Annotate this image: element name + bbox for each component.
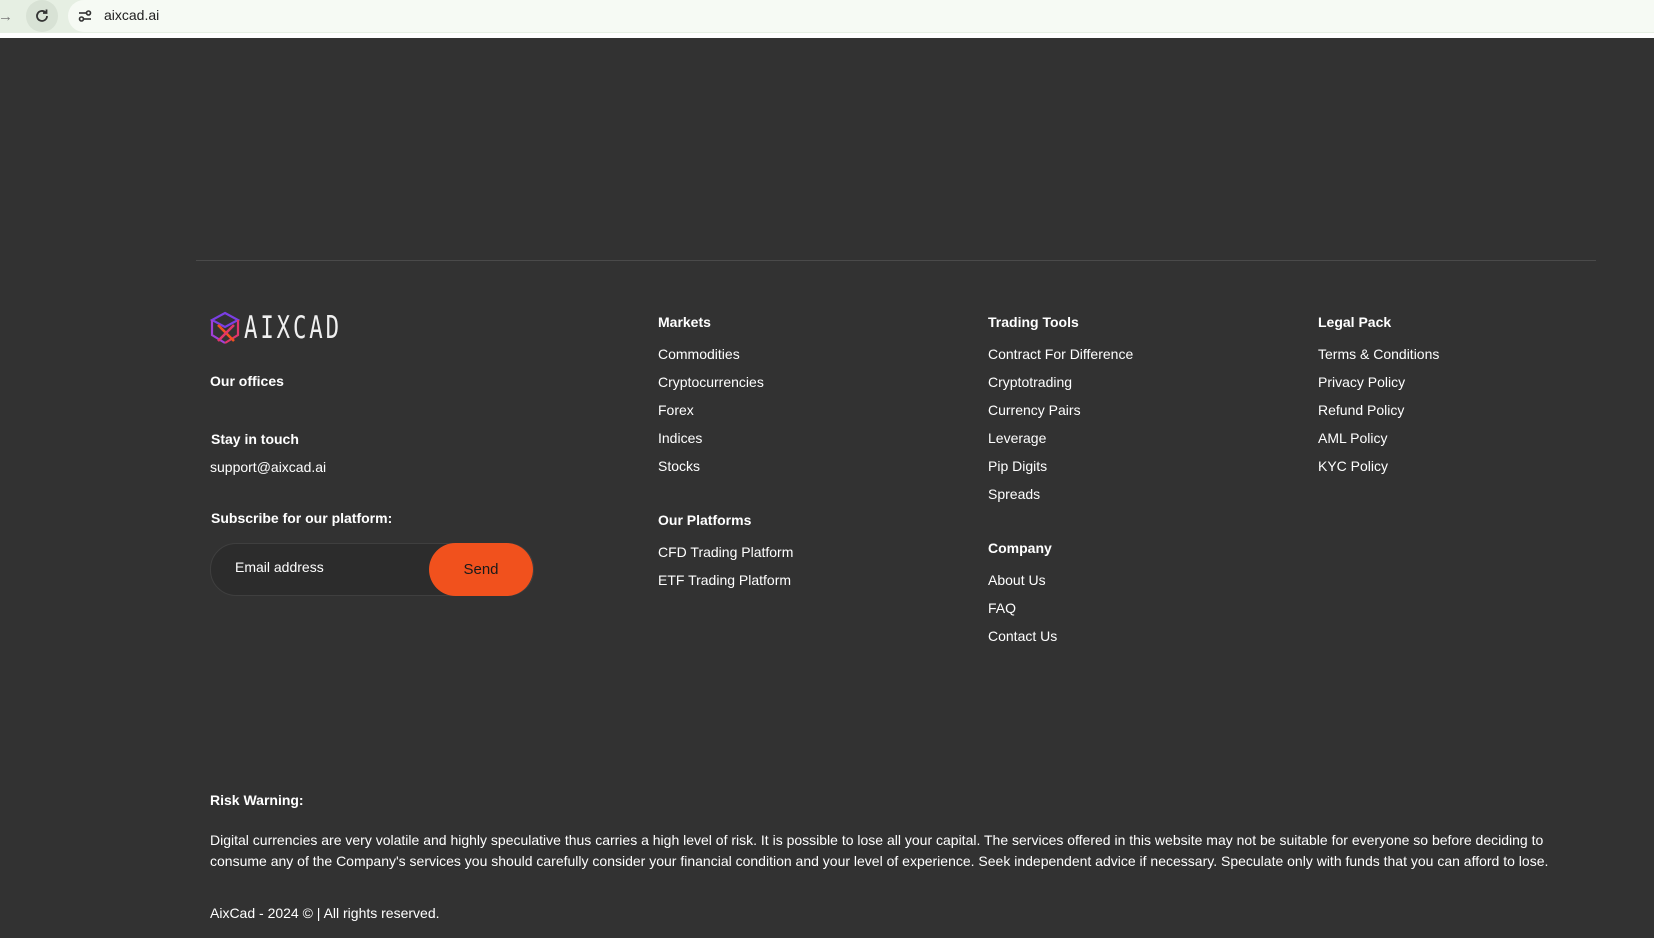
link-forex[interactable]: Forex bbox=[658, 401, 764, 429]
subscribe-form: Send bbox=[210, 543, 534, 596]
offices-heading: Our offices bbox=[210, 373, 284, 389]
url-text: aixcad.ai bbox=[104, 7, 160, 23]
link-contact-us[interactable]: Contact Us bbox=[988, 627, 1057, 655]
link-faq[interactable]: FAQ bbox=[988, 599, 1057, 627]
link-currency-pairs[interactable]: Currency Pairs bbox=[988, 401, 1133, 429]
link-leverage[interactable]: Leverage bbox=[988, 429, 1133, 457]
reload-button[interactable] bbox=[26, 0, 58, 32]
legal-links: Terms & Conditions Privacy Policy Refund… bbox=[1318, 345, 1439, 485]
send-button[interactable]: Send bbox=[429, 543, 533, 596]
company-heading: Company bbox=[988, 540, 1052, 556]
link-refund[interactable]: Refund Policy bbox=[1318, 401, 1439, 429]
link-privacy[interactable]: Privacy Policy bbox=[1318, 373, 1439, 401]
company-links: About Us FAQ Contact Us bbox=[988, 571, 1057, 655]
platforms-links: CFD Trading Platform ETF Trading Platfor… bbox=[658, 543, 793, 599]
email-input[interactable] bbox=[233, 558, 437, 576]
link-stocks[interactable]: Stocks bbox=[658, 457, 764, 485]
link-cfd[interactable]: Contract For Difference bbox=[988, 345, 1133, 373]
link-indices[interactable]: Indices bbox=[658, 429, 764, 457]
forward-arrow-icon[interactable]: → bbox=[0, 8, 13, 25]
link-spreads[interactable]: Spreads bbox=[988, 485, 1133, 513]
markets-links: Commodities Cryptocurrencies Forex Indic… bbox=[658, 345, 764, 485]
aixcad-cube-icon bbox=[210, 311, 240, 344]
trading-tools-heading: Trading Tools bbox=[988, 314, 1079, 330]
link-commodities[interactable]: Commodities bbox=[658, 345, 764, 373]
browser-toolbar: → aixcad.ai bbox=[0, 0, 1654, 38]
brand-logo[interactable]: AIXCAD bbox=[210, 311, 380, 345]
site-settings-icon[interactable] bbox=[77, 8, 93, 24]
support-email-link[interactable]: support@aixcad.ai bbox=[210, 459, 326, 475]
footer-divider bbox=[196, 260, 1596, 261]
brand-name: AIXCAD bbox=[244, 310, 342, 346]
markets-heading: Markets bbox=[658, 314, 711, 330]
risk-warning-text: Digital currencies are very volatile and… bbox=[210, 832, 1549, 869]
link-cryptocurrencies[interactable]: Cryptocurrencies bbox=[658, 373, 764, 401]
link-cryptotrading[interactable]: Cryptotrading bbox=[988, 373, 1133, 401]
link-terms[interactable]: Terms & Conditions bbox=[1318, 345, 1439, 373]
stay-in-touch-heading: Stay in touch bbox=[211, 431, 299, 447]
link-etf-platform[interactable]: ETF Trading Platform bbox=[658, 571, 793, 599]
copyright-text: AixCad - 2024 © | All rights reserved. bbox=[210, 905, 440, 921]
reload-icon bbox=[36, 9, 48, 22]
trading-tools-links: Contract For Difference Cryptotrading Cu… bbox=[988, 345, 1133, 513]
platforms-heading: Our Platforms bbox=[658, 512, 752, 528]
link-about-us[interactable]: About Us bbox=[988, 571, 1057, 599]
link-pip-digits[interactable]: Pip Digits bbox=[988, 457, 1133, 485]
link-aml[interactable]: AML Policy bbox=[1318, 429, 1439, 457]
link-cfd-platform[interactable]: CFD Trading Platform bbox=[658, 543, 793, 571]
subscribe-heading: Subscribe for our platform: bbox=[211, 510, 393, 526]
risk-warning-heading: Risk Warning: bbox=[210, 792, 304, 808]
link-kyc[interactable]: KYC Policy bbox=[1318, 457, 1439, 485]
legal-heading: Legal Pack bbox=[1318, 314, 1392, 330]
address-bar[interactable]: aixcad.ai bbox=[68, 0, 1654, 32]
